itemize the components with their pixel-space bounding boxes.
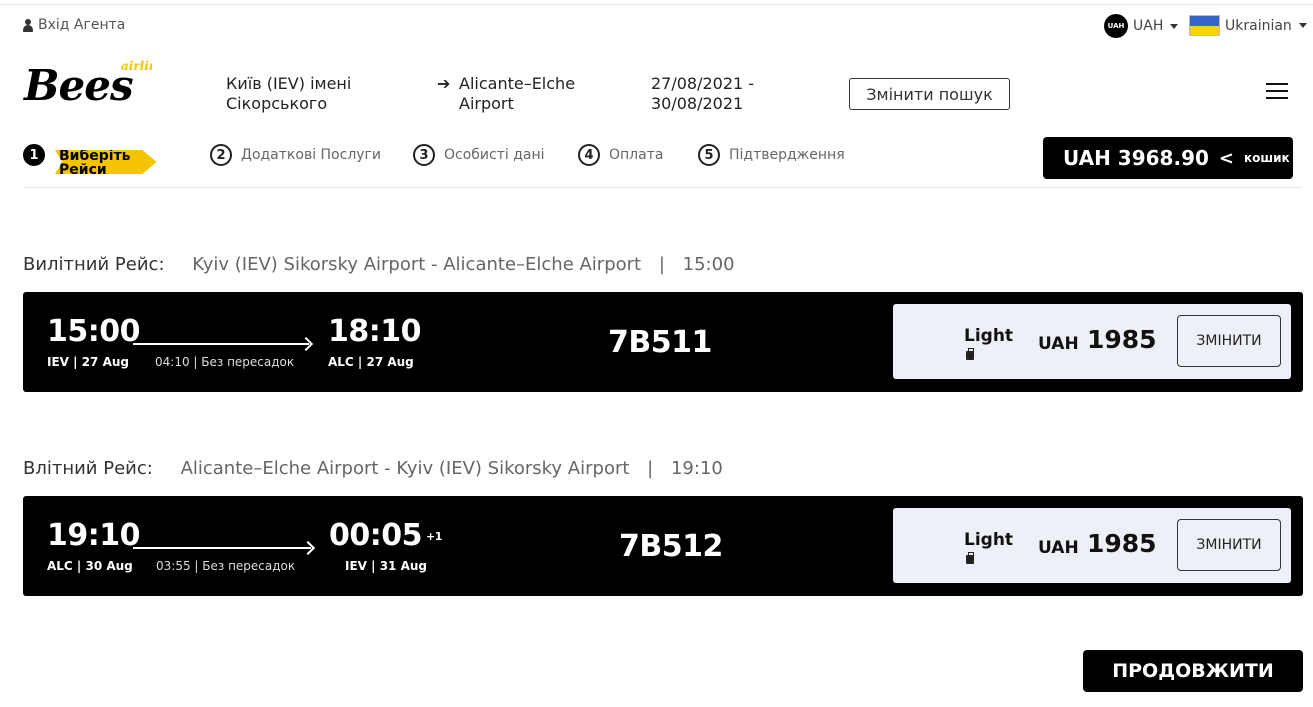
arrow-right-icon <box>133 547 311 549</box>
step-personal-data[interactable]: 3 Особисті дані <box>413 144 545 166</box>
fare-name: Light <box>964 530 1014 550</box>
flight-duration: 04:10 | Без пересадок <box>155 355 295 369</box>
step-payment[interactable]: 4 Оплата <box>578 144 663 166</box>
arrival-time: 00:05 +1 <box>329 518 442 553</box>
arrow-right-icon <box>133 343 309 345</box>
inbound-flight-card[interactable]: 19:10 ALC | 30 Aug 03:55 | Без пересадок… <box>23 496 1303 596</box>
step-number: 5 <box>698 144 720 166</box>
change-fare-button[interactable]: ЗМІНИТИ <box>1177 519 1281 571</box>
currency-icon: UAH <box>1104 14 1128 38</box>
top-divider <box>0 4 1313 5</box>
outbound-route: Kyiv (IEV) Sikorsky Airport - Alicante–E… <box>192 254 642 275</box>
outbound-heading: Вилітний Рейс: Kyiv (IEV) Sikorsky Airpo… <box>23 254 735 275</box>
arrow-right-icon: ➔ <box>437 74 451 93</box>
flight-duration: 03:55 | Без пересадок <box>156 559 296 573</box>
separator: | <box>647 458 654 479</box>
inbound-time: 19:10 <box>670 458 723 479</box>
arrival-info: ALC | 27 Aug <box>328 355 414 369</box>
outbound-time: 15:00 <box>682 254 735 275</box>
fare-box: Light UAH 1985 ЗМІНИТИ <box>893 508 1291 583</box>
language-label: Ukrainian <box>1225 17 1292 34</box>
departure-info: IEV | 27 Aug <box>47 355 129 369</box>
fare-price: 1985 <box>1087 325 1157 354</box>
currency-selector[interactable]: UAH UAH <box>1104 14 1179 38</box>
search-destination: Alicante–Elche Airport <box>459 74 576 113</box>
flight-number: 7B511 <box>608 325 712 360</box>
arrival-info: IEV | 31 Aug <box>345 559 427 573</box>
fare-name: Light <box>964 326 1014 346</box>
fare-price: 1985 <box>1087 529 1157 558</box>
fare-currency: UAH <box>1038 538 1079 558</box>
step-number: 3 <box>413 144 435 166</box>
steps-divider <box>23 187 1302 188</box>
search-dates: 27/08/2021 - 30/08/2021 <box>651 74 755 113</box>
arrival-time: 18:10 <box>328 314 422 349</box>
step-number: 4 <box>578 144 600 166</box>
step-number: 2 <box>210 144 232 166</box>
change-search-button[interactable]: Змінити пошук <box>849 78 1010 110</box>
currency-label: UAH <box>1133 18 1164 34</box>
inbound-heading: Влітний Рейс: Alicante–Elche Airport - K… <box>23 458 723 479</box>
hamburger-menu-icon[interactable] <box>1266 83 1288 99</box>
chevron-left-icon: < <box>1218 147 1234 169</box>
departure-time: 19:10 <box>47 518 141 553</box>
chevron-down-icon <box>1298 23 1307 28</box>
ukraine-flag-icon <box>1189 15 1220 36</box>
step-label: Особисті дані <box>444 147 545 163</box>
departure-time: 15:00 <box>47 314 141 349</box>
step-label: Оплата <box>609 147 664 163</box>
step-number: 1 <box>23 144 45 166</box>
next-day-indicator: +1 <box>426 530 442 543</box>
agent-login-label: Вхід Агента <box>38 17 126 33</box>
departure-info: ALC | 30 Aug <box>47 559 133 573</box>
step-extras[interactable]: 2 Додаткові Послуги <box>210 144 381 166</box>
outbound-flight-card[interactable]: 15:00 IEV | 27 Aug 04:10 | Без пересадок… <box>23 292 1303 392</box>
cart-total: UAH 3968.90 <box>1063 146 1209 170</box>
flight-number: 7B512 <box>619 529 723 564</box>
user-icon <box>23 18 33 32</box>
inbound-label: Влітний Рейс: <box>23 458 153 479</box>
luggage-icon <box>966 552 974 565</box>
bees-airline-logo[interactable]: airline Bees <box>22 56 152 108</box>
change-fare-button[interactable]: ЗМІНИТИ <box>1177 315 1281 367</box>
continue-button[interactable]: ПРОДОВЖИТИ <box>1083 650 1303 692</box>
step-confirmation[interactable]: 5 Підтвердження <box>698 144 845 166</box>
fare-currency: UAH <box>1038 334 1079 354</box>
svg-text:Bees: Bees <box>23 61 133 108</box>
separator: | <box>658 254 665 275</box>
inbound-route: Alicante–Elche Airport - Kyiv (IEV) Siko… <box>180 458 630 479</box>
step-label: Підтвердження <box>729 147 845 163</box>
search-origin: Київ (IEV) імені Сікорського <box>226 74 352 113</box>
step-label-active: Виберіть Рейси <box>55 150 157 174</box>
luggage-icon <box>966 348 974 361</box>
outbound-label: Вилітний Рейс: <box>23 254 165 275</box>
step-select-flights[interactable]: 1 <box>23 144 45 166</box>
step-label: Додаткові Послуги <box>241 147 382 163</box>
cart-button[interactable]: UAH 3968.90 < кошик <box>1043 137 1293 179</box>
language-selector[interactable]: Ukrainian <box>1189 15 1307 36</box>
cart-label: кошик <box>1244 151 1290 165</box>
agent-login-link[interactable]: Вхід Агента <box>23 17 125 33</box>
chevron-down-icon <box>1170 23 1179 29</box>
fare-box: Light UAH 1985 ЗМІНИТИ <box>893 304 1291 379</box>
